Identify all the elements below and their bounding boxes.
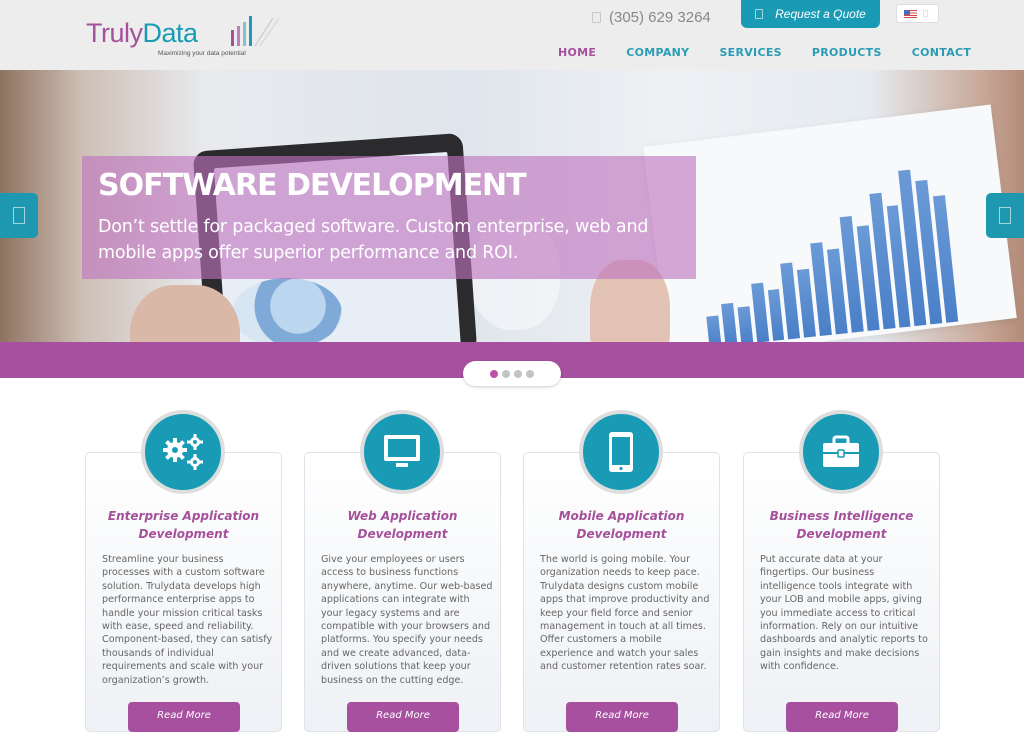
service-title: Enterprise Application Development	[107, 509, 260, 541]
service-title: Mobile Application Development	[558, 509, 685, 541]
service-description: The world is going mobile. Your organiza…	[540, 554, 710, 673]
request-quote-label: Request a Quote	[775, 7, 866, 21]
nav-contact[interactable]: CONTACT	[912, 46, 971, 64]
service-description: Put accurate data at your fingertips. Ou…	[760, 554, 928, 673]
nav-company[interactable]: COMPANY	[626, 46, 689, 64]
desktop-monitor-icon	[360, 410, 444, 494]
phone-icon	[592, 11, 601, 23]
hero-caption: SOFTWARE DEVELOPMENT Don’t settle for pa…	[82, 156, 696, 279]
truly-data-logo[interactable]: TrulyData Maximizing your data potential	[86, 12, 286, 62]
service-description: Streamline your business processes with …	[102, 554, 273, 686]
read-more-button[interactable]: Read More	[128, 702, 240, 732]
request-quote-button[interactable]: Request a Quote	[741, 0, 880, 28]
service-card-enterprise: Enterprise Application Development Strea…	[85, 452, 282, 732]
logo-word-truly: Truly	[86, 18, 143, 48]
hero-image-pie-chart	[232, 278, 342, 342]
slider-prev-button[interactable]	[0, 193, 38, 238]
service-card-mobile: Mobile Application Development The world…	[523, 452, 720, 732]
logo-wordmark: TrulyData	[86, 18, 198, 49]
service-title: Business Intelligence Development	[769, 509, 914, 541]
slide-dot-2[interactable]	[502, 369, 510, 378]
us-flag-icon	[904, 9, 917, 18]
nav-home[interactable]: HOME	[558, 46, 596, 64]
hero-title: SOFTWARE DEVELOPMENT	[98, 168, 527, 203]
briefcase-icon	[799, 410, 883, 494]
hero-subtitle: Don’t settle for packaged software. Cust…	[98, 217, 649, 263]
logo-tagline: Maximizing your data potential	[158, 50, 246, 57]
chevron-down-icon	[923, 10, 928, 17]
read-more-button[interactable]: Read More	[566, 702, 678, 732]
site-header: TrulyData Maximizing your data potential…	[0, 0, 1024, 70]
gears-icon	[141, 410, 225, 494]
slider-next-button[interactable]	[986, 193, 1024, 238]
service-card-bi: Business Intelligence Development Put ac…	[743, 452, 940, 732]
slide-dot-3[interactable]	[514, 369, 522, 378]
arrow-left-icon	[13, 207, 25, 224]
nav-services[interactable]: SERVICES	[719, 46, 781, 64]
service-title: Web Application Development	[347, 509, 458, 541]
phone-number[interactable]: (305) 629 3264	[592, 6, 711, 28]
hero-image-bar-chart	[692, 152, 959, 342]
main-nav: HOME COMPANY SERVICES PRODUCTS CONTACT	[540, 46, 971, 64]
service-card-web: Web Application Development Give your em…	[304, 452, 501, 732]
language-selector[interactable]	[896, 4, 939, 23]
slide-dot-4[interactable]	[526, 369, 534, 378]
phone-number-text: (305) 629 3264	[609, 8, 711, 26]
document-icon	[755, 9, 764, 19]
read-more-button[interactable]: Read More	[786, 702, 898, 732]
arrow-right-icon	[999, 207, 1011, 224]
logo-word-data: Data	[142, 18, 199, 48]
read-more-button[interactable]: Read More	[347, 702, 459, 732]
slider-pagination	[463, 361, 561, 386]
nav-products[interactable]: PRODUCTS	[812, 46, 882, 64]
service-description: Give your employees or users access to b…	[321, 554, 493, 686]
logo-bars-icon	[231, 16, 280, 47]
mobile-phone-icon	[579, 410, 663, 494]
slide-dot-1[interactable]	[490, 369, 498, 378]
